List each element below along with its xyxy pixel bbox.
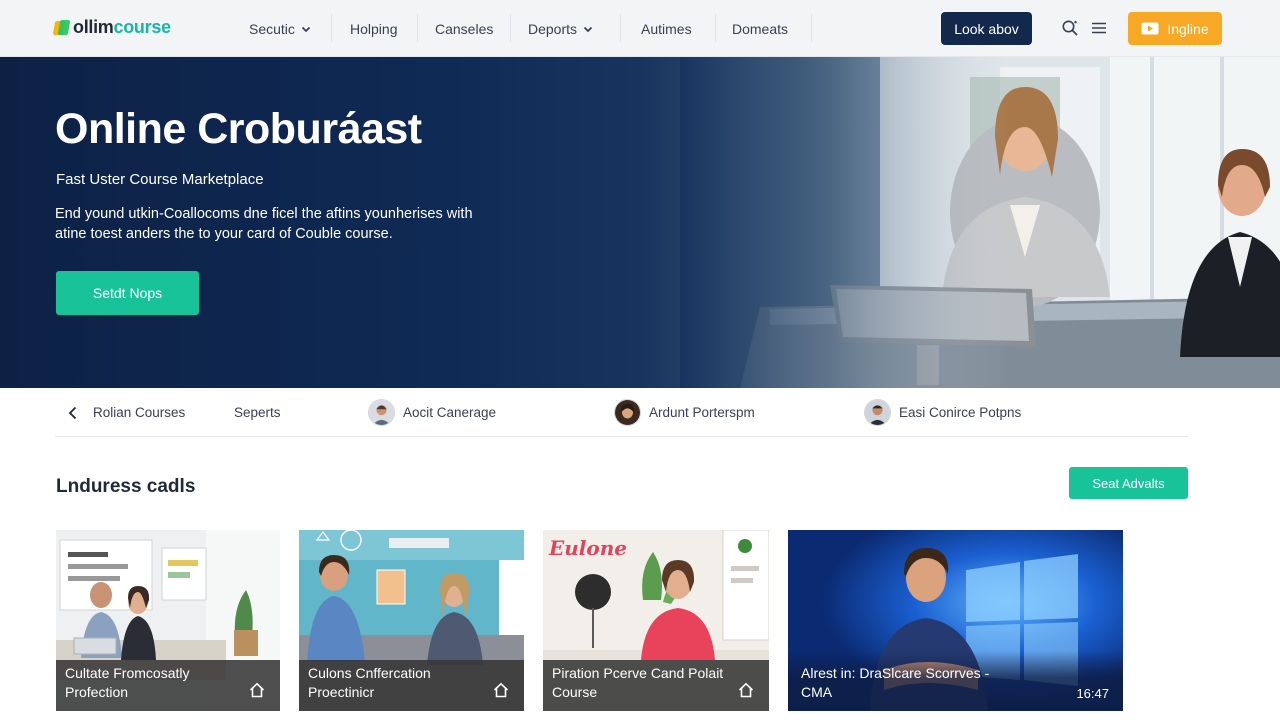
card-badge: Eulone xyxy=(549,536,627,560)
course-title: Alrest in: DraSlcare Scorrves - CMA xyxy=(801,665,990,700)
nav-item-secutic[interactable]: Secutic xyxy=(249,0,311,57)
nav-item-deports[interactable]: Deports xyxy=(528,0,593,57)
category-label: Rolian Courses xyxy=(93,405,186,420)
logo-icon xyxy=(52,19,71,37)
nav-divider xyxy=(510,14,511,42)
category-label: Aocit Canerage xyxy=(403,405,497,420)
nav-divider xyxy=(417,14,418,42)
home-icon[interactable] xyxy=(492,681,510,699)
course-card[interactable]: Eulone Piration Pcerve Cand Polait Cours… xyxy=(543,530,769,711)
nav-item-label: Canseles xyxy=(435,20,494,37)
course-card[interactable]: Culons Cnffercation Proectinicr xyxy=(299,530,524,711)
section-title: Lnduress cadls xyxy=(56,476,196,497)
brand-logo[interactable]: ollimcourse xyxy=(52,17,172,38)
nav-item-label: Domeats xyxy=(732,20,789,37)
avatar xyxy=(864,399,891,426)
chevron-down-icon xyxy=(301,26,311,32)
category-aocit-canerage[interactable]: Aocit Canerage xyxy=(368,389,496,436)
nav-divider xyxy=(811,14,812,42)
nav-item-canseles[interactable]: Canseles xyxy=(435,0,493,57)
hero-banner: Online Croburа́ast Fast Uster Course Mar… xyxy=(0,57,1280,388)
nav-item-label: Secutic xyxy=(249,20,295,37)
nav-item-label: Deports xyxy=(528,20,578,37)
see-all-button[interactable]: Seat Advalts xyxy=(1069,467,1188,499)
nav-divider xyxy=(331,14,332,42)
hero-description: End yound utkin-Coallocoms dne ficel the… xyxy=(55,206,473,242)
category-label: Seperts xyxy=(234,405,281,420)
category-label: Easi Conirce Potpns xyxy=(899,405,1022,420)
avatar xyxy=(614,399,641,426)
category-label: Ardunt Porterspm xyxy=(649,405,755,420)
language-button[interactable]: Ingline xyxy=(1128,12,1222,45)
look-above-button[interactable]: Look abov xyxy=(941,12,1032,45)
category-strip: Rolian Courses Seperts Aocit Canerage Ar… xyxy=(55,389,1188,437)
menu-icon[interactable] xyxy=(1089,18,1109,38)
category-rolian-courses[interactable]: Rolian Courses xyxy=(67,389,185,436)
search-icon[interactable] xyxy=(1060,18,1080,38)
nav-item-autimes[interactable]: Autimes xyxy=(641,0,692,57)
course-card-featured[interactable]: Alrest in: DraSlcare Scorrves - CMA 16:4… xyxy=(788,530,1123,711)
play-icon xyxy=(1141,22,1159,35)
category-ardunt-porterspm[interactable]: Ardunt Porterspm xyxy=(614,389,755,436)
nav-item-label: Autimes xyxy=(641,20,692,37)
top-navigation: ollimcourse Secutic Holping Canseles Dep… xyxy=(0,0,1280,57)
nav-divider xyxy=(620,14,621,42)
course-title: Culons Cnffercation Proectinicr xyxy=(308,665,431,700)
course-title: Piration Pcerve Cand Polait Course xyxy=(552,665,724,700)
nav-item-domeats[interactable]: Domeats xyxy=(732,0,788,57)
hero-subtitle: Fast Uster Course Marketplace xyxy=(56,171,264,188)
home-icon[interactable] xyxy=(737,681,755,699)
hero-cta-button[interactable]: Setdt Nops xyxy=(56,271,199,315)
nav-divider xyxy=(715,14,716,42)
language-label: Ingline xyxy=(1167,20,1209,37)
avatar xyxy=(368,399,395,426)
hero-title: Online Croburа́ast xyxy=(55,105,422,153)
category-seperts[interactable]: Seperts xyxy=(234,389,281,436)
brand-name-part2: course xyxy=(113,17,172,37)
home-icon[interactable] xyxy=(248,681,266,699)
nav-item-holping[interactable]: Holping xyxy=(350,0,397,57)
course-card[interactable]: Cultate Fromcosatly Profection xyxy=(56,530,280,711)
brand-name-part1: ollim xyxy=(73,17,114,37)
course-title: Cultate Fromcosatly Profection xyxy=(65,665,190,700)
nav-item-label: Holping xyxy=(350,20,398,37)
chevron-left-icon[interactable] xyxy=(67,406,79,420)
video-duration: 16:47 xyxy=(1076,686,1109,701)
hero-image xyxy=(680,57,1280,388)
chevron-down-icon xyxy=(583,26,593,32)
category-easi-conirce-potpns[interactable]: Easi Conirce Potpns xyxy=(864,389,1021,436)
